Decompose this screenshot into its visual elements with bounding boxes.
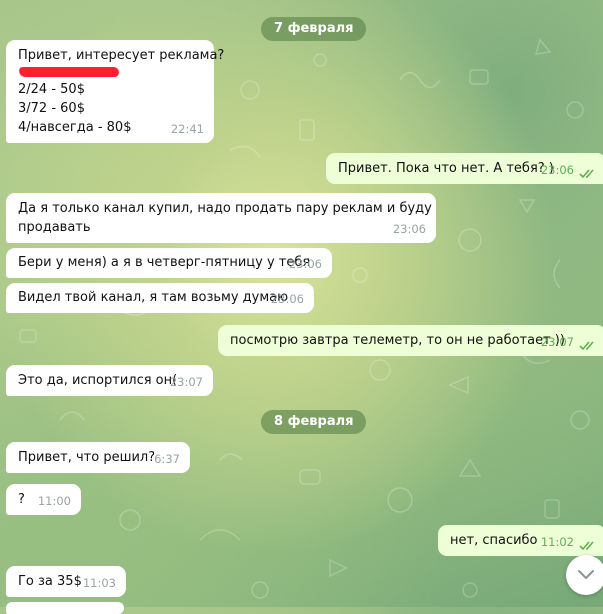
- message-incoming[interactable]: Привет, интересует реклама? 2/24 - 50$ 3…: [6, 40, 225, 143]
- message-text: 2/24 - 50$: [18, 82, 85, 97]
- message-time: 23:06: [270, 292, 304, 306]
- message-text: посмотрю завтра телеметр, то он не работ…: [230, 333, 565, 348]
- message-incoming[interactable]: Бери у меня) а я в четверг-пятницу у теб…: [6, 248, 332, 278]
- message-time: 23:06: [540, 163, 574, 177]
- redaction-mark: [18, 67, 120, 77]
- message-incoming[interactable]: Видел твой канал, я там возьму думаю 23:…: [6, 283, 314, 313]
- message-time: 22:41: [170, 122, 204, 136]
- message-incoming[interactable]: Го за 35$ 11:03: [6, 566, 126, 597]
- chevron-down-icon: [578, 570, 594, 579]
- message-time: 11:02: [540, 535, 574, 549]
- message-time: 23:06: [392, 222, 426, 236]
- message-time: 23:06: [288, 257, 322, 271]
- message-incoming[interactable]: ? 11:00: [6, 484, 81, 515]
- message-time: 11:03: [82, 576, 116, 590]
- message-incoming[interactable]: Да я только канал купил, надо продать па…: [6, 193, 436, 243]
- message-time: 23:07: [540, 335, 574, 349]
- double-check-icon: [579, 341, 594, 351]
- message-outgoing[interactable]: Привет. Пока что нет. А тебя? ) 23:06: [326, 153, 603, 184]
- message-text: Бери у меня) а я в четверг-пятницу у теб…: [18, 255, 311, 270]
- date-separator: 8 февраля: [261, 410, 367, 434]
- message-text: Да я только канал купил, надо продать па…: [18, 201, 432, 216]
- scroll-down-button[interactable]: [566, 555, 603, 595]
- date-separator: 7 февраля: [261, 17, 367, 41]
- message-text: Видел твой канал, я там возьму думаю: [18, 290, 289, 305]
- double-check-icon: [579, 541, 594, 551]
- message-incoming[interactable]: Привет, что решил? 6:37: [6, 442, 190, 473]
- message-text: 3/72 - 60$: [18, 101, 85, 116]
- message-time: 23:07: [169, 375, 203, 389]
- message-outgoing[interactable]: посмотрю завтра телеметр, то он не работ…: [218, 325, 603, 356]
- message-text: Привет, интересует реклама?: [18, 48, 225, 63]
- double-check-icon: [579, 169, 594, 179]
- message-time: 11:00: [37, 494, 71, 508]
- message-time: 6:37: [154, 452, 180, 466]
- message-outgoing[interactable]: нет, спасибо 11:02: [438, 525, 603, 556]
- message-incoming[interactable]: Это да, испортился он( 23:07: [6, 365, 213, 396]
- message-incoming-partial[interactable]: [6, 602, 124, 614]
- message-text: продавать: [18, 220, 91, 235]
